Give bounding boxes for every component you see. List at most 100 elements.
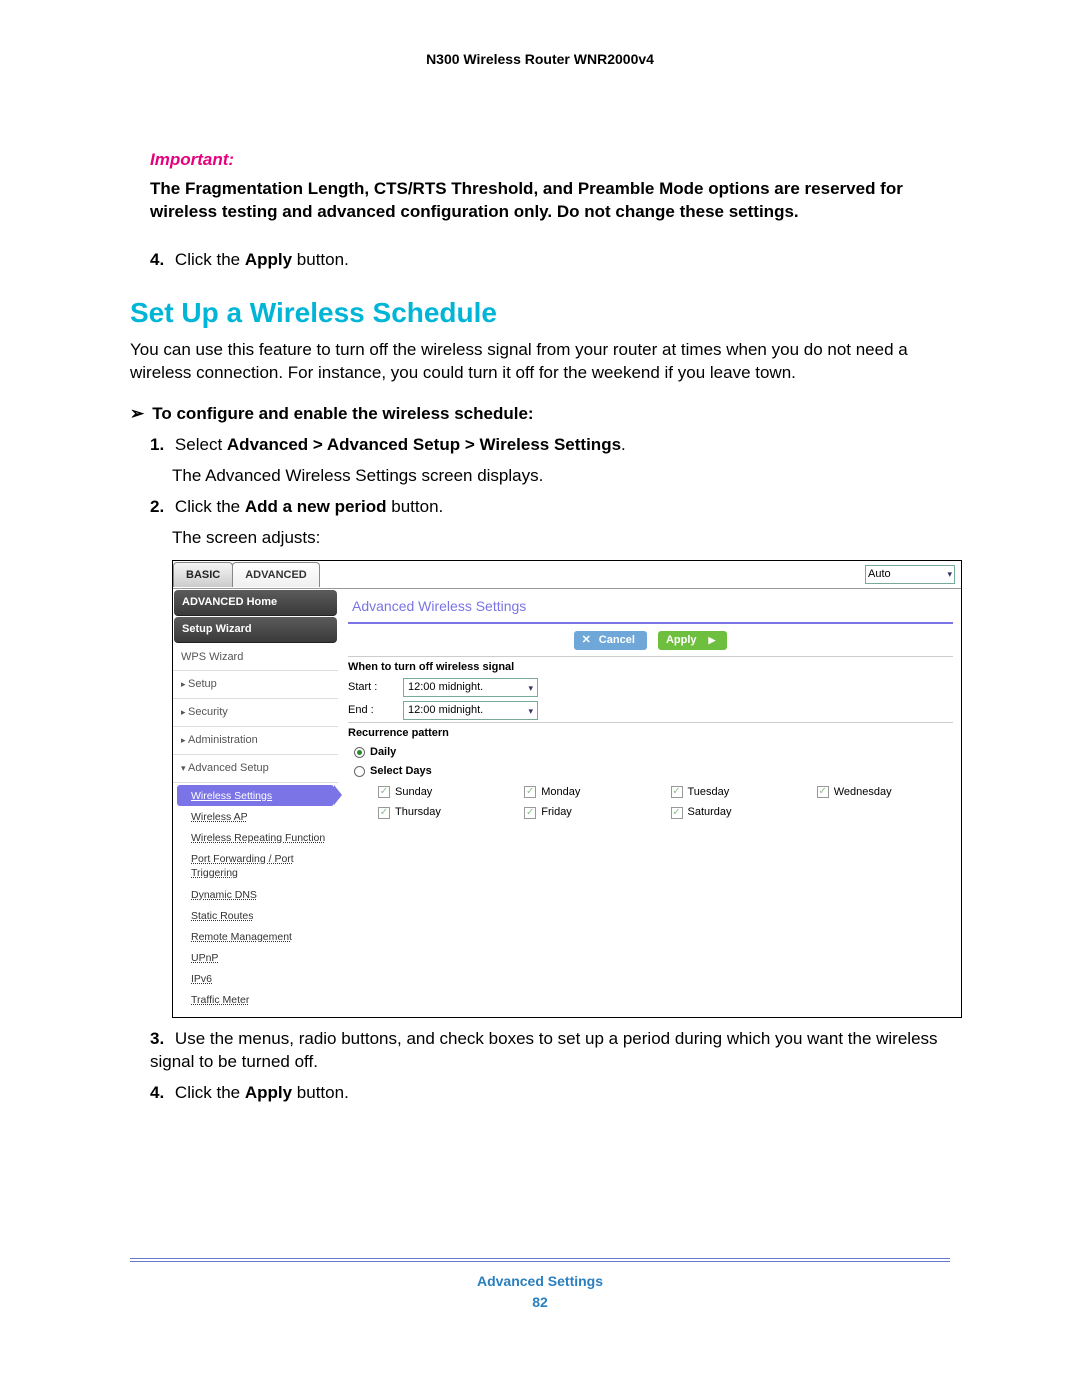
- radio-daily[interactable]: Daily: [348, 743, 953, 762]
- when-off-heading: When to turn off wireless signal: [348, 656, 953, 677]
- step-number: 3.: [150, 1029, 164, 1048]
- important-label: Important:: [150, 149, 950, 172]
- day-label: Tuesday: [688, 785, 730, 800]
- submenu-port-forwarding[interactable]: Port Forwarding / Port Triggering: [173, 848, 338, 883]
- checkbox-icon: ✓: [671, 807, 683, 819]
- sidebar-item-administration[interactable]: Administration: [173, 727, 338, 755]
- start-value: 12:00 midnight.: [408, 680, 483, 695]
- step-text-post: button.: [387, 497, 444, 516]
- day-label: Sunday: [395, 785, 432, 800]
- footer-title: Advanced Settings: [130, 1272, 950, 1291]
- end-value: 12:00 midnight.: [408, 703, 483, 718]
- checkbox-sunday[interactable]: ✓ Sunday: [378, 785, 514, 800]
- procedure-lead: ➢ To configure and enable the wireless sc…: [130, 403, 950, 426]
- tab-bar: BASIC ADVANCED: [173, 562, 319, 588]
- step-text-bold: Advanced > Advanced Setup > Wireless Set…: [227, 435, 621, 454]
- chevron-down-icon: ▾: [947, 568, 952, 580]
- submenu-ipv6[interactable]: IPv6: [173, 968, 338, 989]
- checkbox-thursday[interactable]: ✓Thursday: [378, 805, 514, 820]
- radio-select-days-label: Select Days: [370, 764, 432, 779]
- step-2: 2. Click the Add a new period button.: [150, 496, 950, 519]
- day-label: Friday: [541, 805, 572, 820]
- checkbox-saturday[interactable]: ✓ Saturday: [671, 805, 807, 820]
- checkbox-friday[interactable]: ✓Friday: [524, 805, 660, 820]
- ui-top-bar: BASIC ADVANCED Auto ▾: [173, 561, 961, 589]
- step-1-sub: The Advanced Wireless Settings screen di…: [172, 465, 950, 488]
- start-label: Start :: [348, 680, 403, 695]
- sidebar-submenu: Wireless Settings Wireless AP Wireless R…: [173, 783, 338, 1017]
- top-auto-select[interactable]: Auto ▾: [865, 565, 955, 584]
- radio-icon: [354, 766, 365, 777]
- apply-label: Apply: [666, 633, 697, 648]
- chevron-right-icon: ▶: [709, 634, 716, 646]
- checkbox-tuesday[interactable]: ✓ Tuesday: [671, 785, 807, 800]
- step-text-bold: Apply: [245, 1083, 292, 1102]
- day-label: Saturday: [688, 805, 732, 820]
- checkbox-icon: ✓: [817, 786, 829, 798]
- checkbox-icon: ✓: [671, 786, 683, 798]
- sidebar-item-setup[interactable]: Setup: [173, 671, 338, 699]
- checkbox-monday[interactable]: ✓Monday: [524, 785, 660, 800]
- end-select[interactable]: 12:00 midnight. ▾: [403, 701, 538, 720]
- important-text: The Fragmentation Length, CTS/RTS Thresh…: [150, 178, 950, 224]
- radio-icon: [354, 747, 365, 758]
- close-icon: ✕: [582, 633, 591, 648]
- cancel-button[interactable]: ✕ Cancel: [574, 631, 647, 650]
- step-text-post: button.: [292, 250, 349, 269]
- submenu-remote-management[interactable]: Remote Management: [173, 926, 338, 947]
- submenu-upnp[interactable]: UPnP: [173, 947, 338, 968]
- radio-daily-label: Daily: [370, 745, 396, 760]
- end-label: End :: [348, 703, 403, 718]
- start-row: Start : 12:00 midnight. ▾: [348, 676, 953, 699]
- end-row: End : 12:00 midnight. ▾: [348, 699, 953, 722]
- step-text-post: .: [621, 435, 626, 454]
- chevron-right-icon: ➢: [130, 403, 144, 426]
- checkbox-icon: ✓: [524, 786, 536, 798]
- submenu-wireless-repeating[interactable]: Wireless Repeating Function: [173, 827, 338, 848]
- sidebar-item-wps-wizard[interactable]: WPS Wizard: [173, 644, 338, 672]
- step-number: 1.: [150, 435, 164, 454]
- start-select[interactable]: 12:00 midnight. ▾: [403, 678, 538, 697]
- submenu-traffic-meter[interactable]: Traffic Meter: [173, 989, 338, 1010]
- document-header: N300 Wireless Router WNR2000v4: [130, 50, 950, 69]
- checkbox-wednesday[interactable]: ✓ Wednesday: [817, 785, 953, 800]
- checkbox-icon: ✓: [378, 786, 390, 798]
- step-number: 4.: [150, 1083, 164, 1102]
- chevron-down-icon: ▾: [528, 682, 533, 694]
- step-2-sub: The screen adjusts:: [172, 527, 950, 550]
- router-ui-screenshot: BASIC ADVANCED Auto ▾ ADVANCED Home Setu…: [172, 560, 962, 1018]
- radio-select-days[interactable]: Select Days: [348, 762, 953, 781]
- submenu-static-routes[interactable]: Static Routes: [173, 905, 338, 926]
- step-text-pre: Select: [175, 435, 227, 454]
- tab-basic[interactable]: BASIC: [173, 562, 233, 588]
- sidebar-item-advanced-setup[interactable]: Advanced Setup: [173, 755, 338, 783]
- panel-title: Advanced Wireless Settings: [348, 593, 953, 624]
- cancel-label: Cancel: [599, 633, 635, 648]
- step-text: Use the menus, radio buttons, and check …: [150, 1029, 938, 1071]
- submenu-wireless-settings[interactable]: Wireless Settings: [177, 785, 334, 806]
- step-4-top: 4. Click the Apply button.: [150, 249, 950, 272]
- apply-button[interactable]: Apply ▶: [658, 631, 727, 650]
- page-footer: Advanced Settings 82: [130, 1244, 950, 1312]
- submenu-wireless-ap[interactable]: Wireless AP: [173, 806, 338, 827]
- step-text-pre: Click the: [175, 497, 245, 516]
- procedure-lead-text: To configure and enable the wireless sch…: [152, 404, 533, 423]
- content-panel: Advanced Wireless Settings ✕ Cancel Appl…: [338, 589, 961, 1017]
- sidebar-item-security[interactable]: Security: [173, 699, 338, 727]
- step-number: 4.: [150, 250, 164, 269]
- sidebar-item-setup-wizard[interactable]: Setup Wizard: [174, 617, 337, 643]
- day-label: Wednesday: [834, 785, 892, 800]
- sidebar-item-advanced-home[interactable]: ADVANCED Home: [174, 590, 337, 616]
- step-text-pre: Click the: [175, 1083, 245, 1102]
- footer-page-number: 82: [130, 1293, 950, 1312]
- button-row: ✕ Cancel Apply ▶: [348, 628, 953, 656]
- step-text-post: button.: [292, 1083, 349, 1102]
- top-select-value: Auto: [868, 567, 891, 582]
- submenu-dynamic-dns[interactable]: Dynamic DNS: [173, 884, 338, 905]
- checkbox-icon: ✓: [378, 807, 390, 819]
- tab-advanced[interactable]: ADVANCED: [232, 562, 320, 588]
- section-title: Set Up a Wireless Schedule: [130, 294, 950, 332]
- chevron-down-icon: ▾: [528, 705, 533, 717]
- step-3: 3. Use the menus, radio buttons, and che…: [150, 1028, 950, 1074]
- step-1: 1. Select Advanced > Advanced Setup > Wi…: [150, 434, 950, 457]
